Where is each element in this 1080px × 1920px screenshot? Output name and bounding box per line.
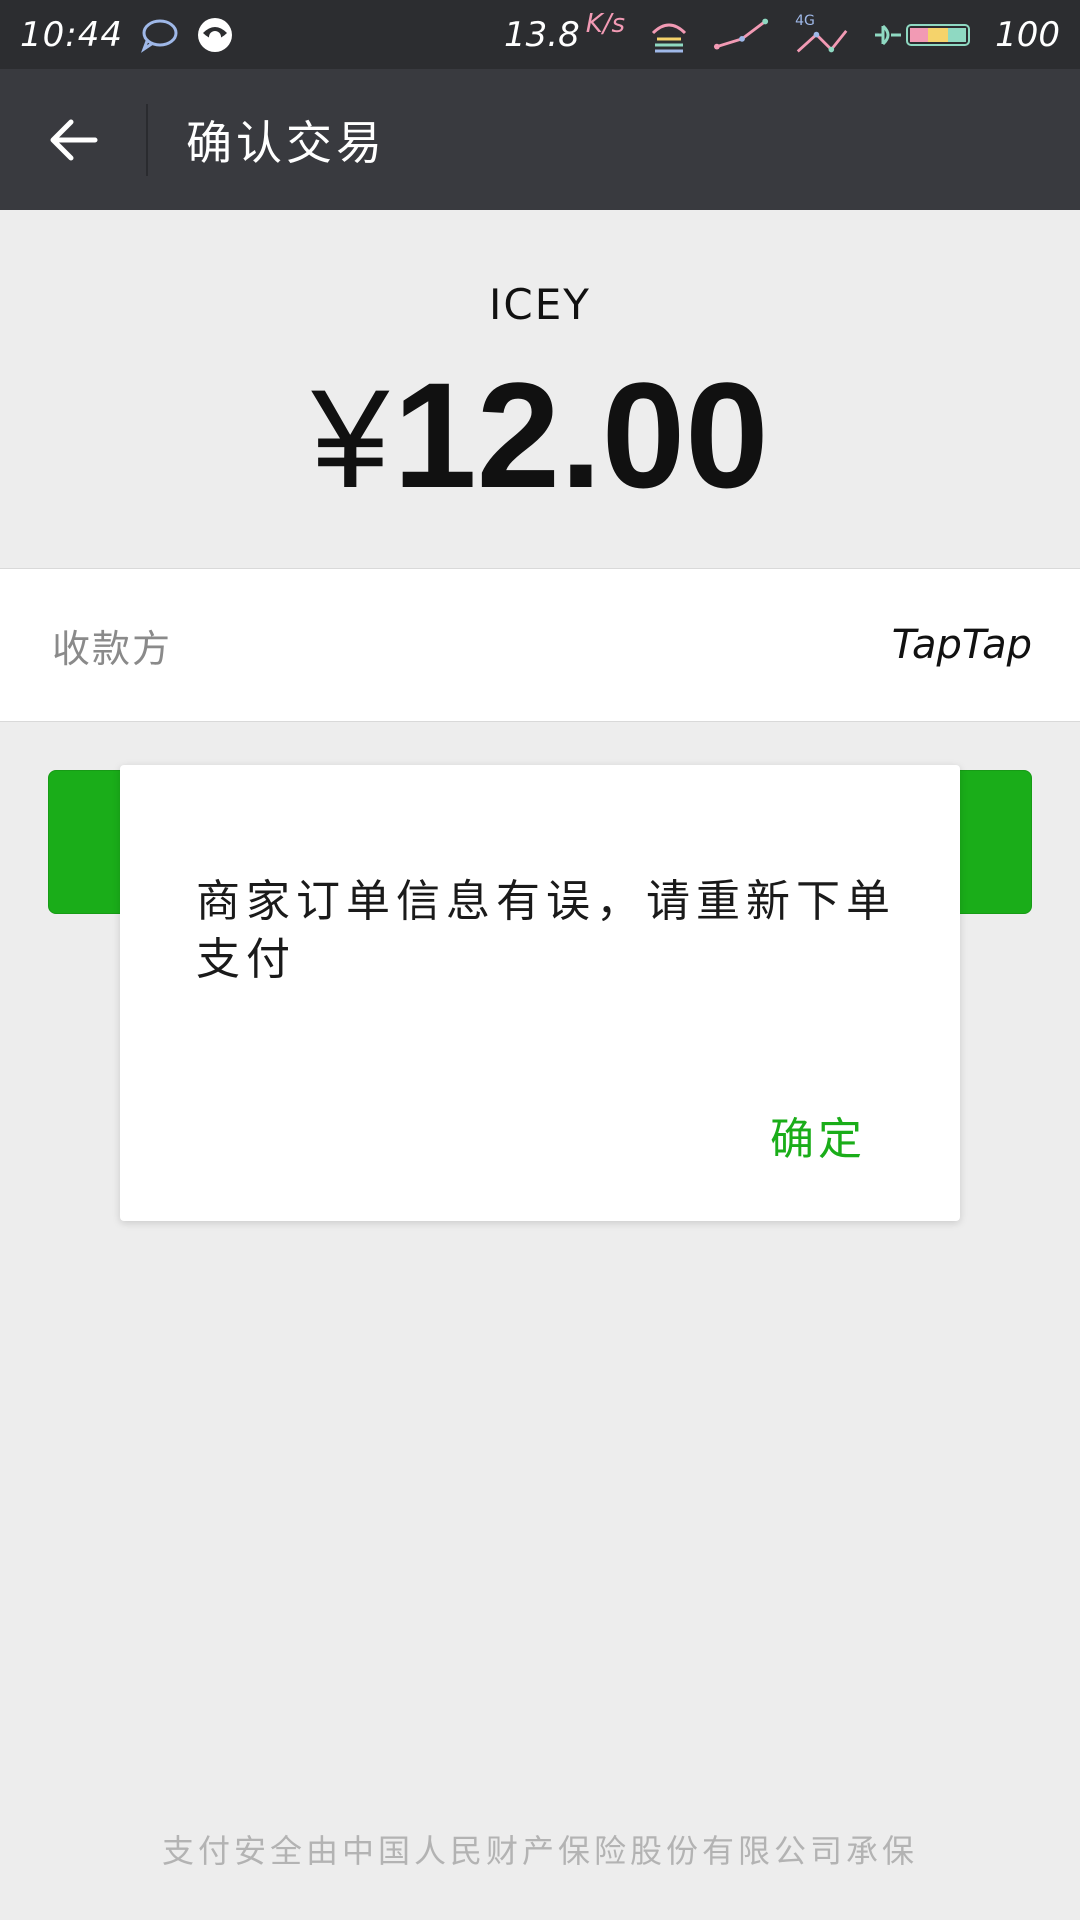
circle-app-icon (197, 17, 232, 52)
back-button[interactable] (0, 69, 146, 210)
net-speed: 13.8 K/s (504, 9, 625, 55)
currency-symbol: ¥ (311, 360, 390, 517)
battery-level: 100 (995, 14, 1060, 55)
status-bar: 10:44 13.8 K/s 4G 100 (0, 0, 1080, 69)
error-dialog: 商家订单信息有误，请重新下单支付 确定 (120, 765, 960, 1221)
payee-value: TapTap (891, 622, 1032, 668)
amount-section: ICEY ¥12.00 (0, 210, 1080, 568)
signal-icon (714, 18, 769, 49)
title-divider (146, 103, 148, 176)
payee-label: 收款方 (52, 626, 173, 671)
signal-4g-icon (796, 29, 848, 52)
amount-value: 12.00 (393, 351, 769, 519)
battery-icon (875, 23, 971, 46)
back-arrow-icon (50, 119, 98, 160)
status-left: 10:44 (20, 15, 235, 55)
signal-4g: 4G (793, 13, 851, 57)
title-bar: 确认交易 (0, 69, 1080, 210)
net-speed-unit: K/s (585, 8, 626, 39)
page-title: 确认交易 (186, 115, 386, 170)
dialog-message: 商家订单信息有误，请重新下单支付 (196, 876, 896, 985)
wifi-icon (652, 23, 687, 52)
product-name: ICEY (489, 280, 591, 329)
dialog-confirm-button[interactable]: 确定 (770, 1103, 866, 1167)
payment-amount: ¥12.00 (0, 360, 1080, 514)
payee-row: 收款方 TapTap (0, 568, 1080, 722)
chat-bubble-icon (140, 19, 178, 53)
status-time: 10:44 (20, 14, 123, 55)
net-speed-value: 13.8 (504, 14, 580, 55)
footer-note: 支付安全由中国人民财产保险股份有限公司承保 (161, 1832, 918, 1870)
status-right: 13.8 K/s 4G 100 (504, 9, 1060, 57)
network-type: 4G (795, 12, 815, 29)
